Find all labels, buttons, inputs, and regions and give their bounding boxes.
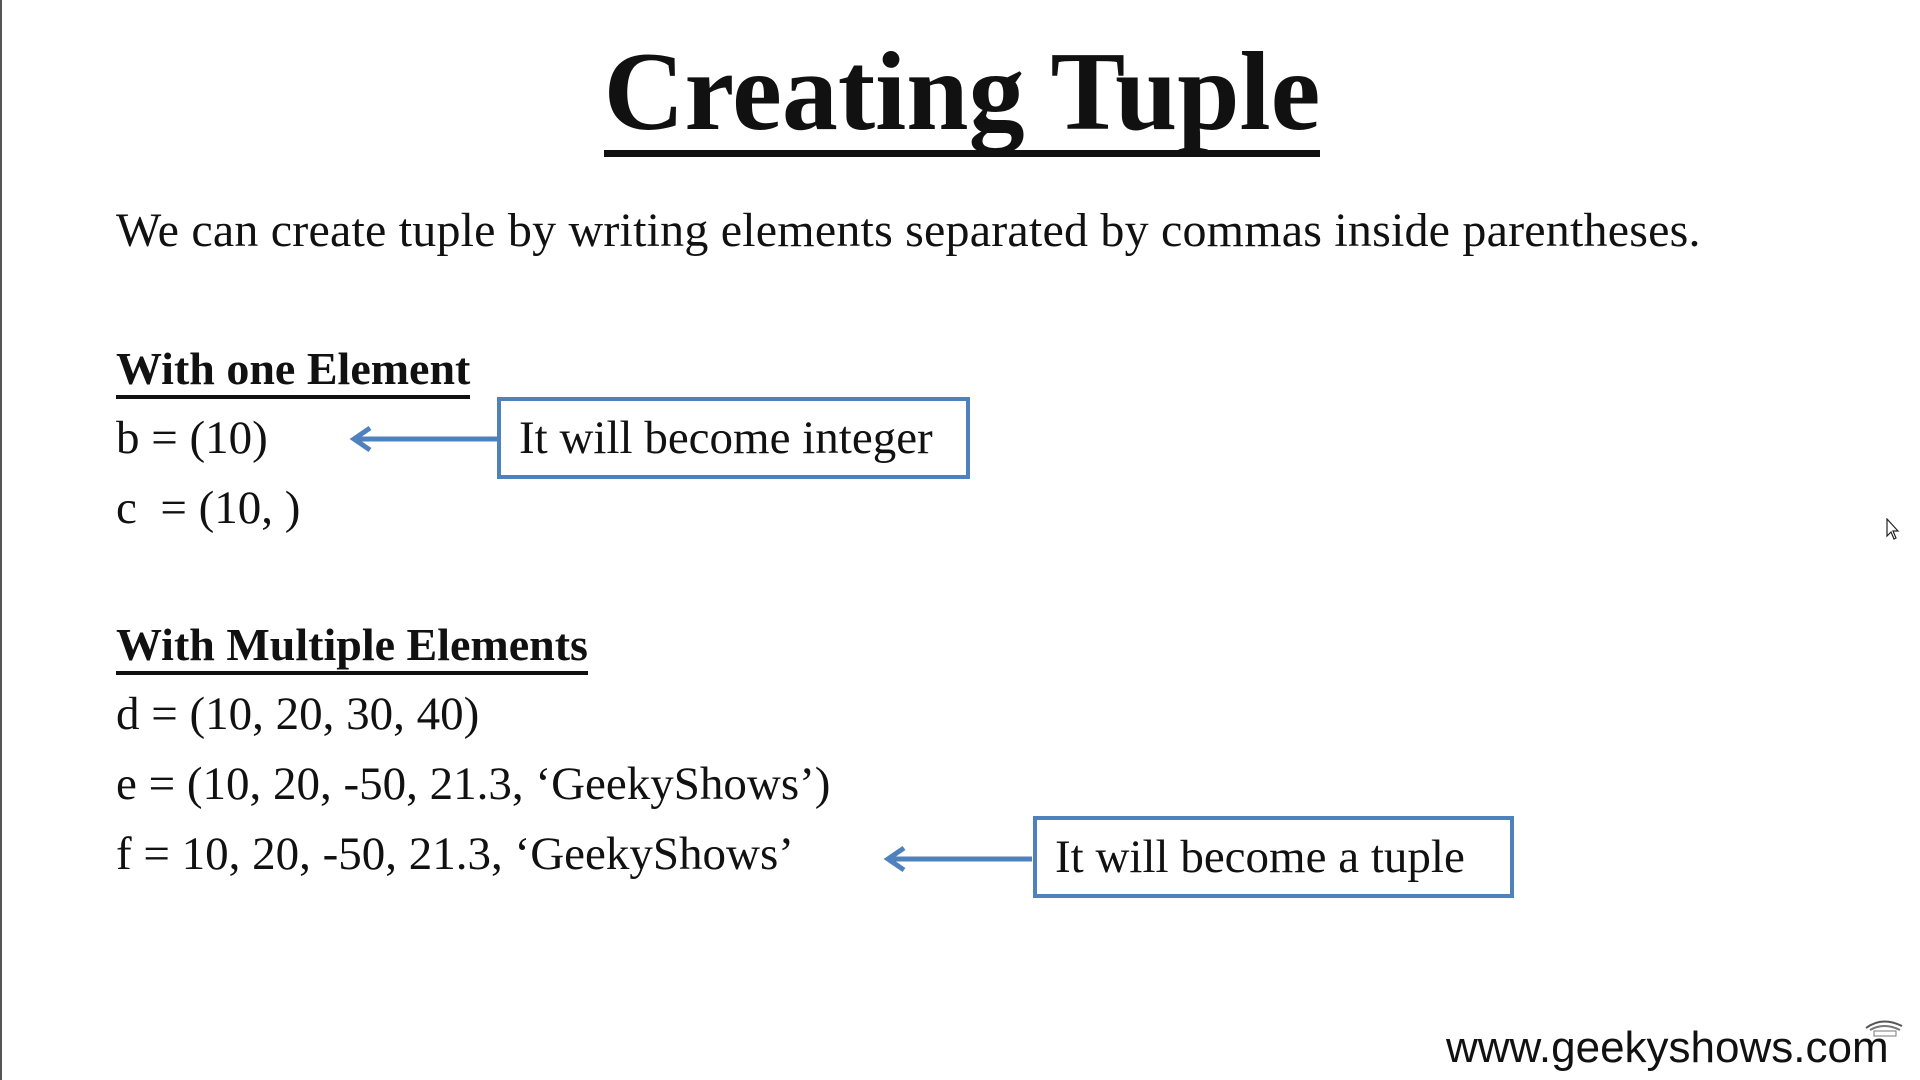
footer-url: www.geekyshows.com	[1446, 1023, 1889, 1072]
code-line-d: d = (10, 20, 30, 40)	[116, 688, 480, 740]
mouse-cursor-icon	[1886, 518, 1900, 540]
callout-tuple: It will become a tuple	[1033, 816, 1514, 898]
intro-text: We can create tuple by writing elements …	[116, 204, 1701, 257]
arrow-left-icon	[349, 425, 498, 453]
heading-multiple-elements: With Multiple Elements	[116, 619, 588, 675]
slide-title-text: Creating Tuple	[603, 36, 1321, 157]
code-line-e: e = (10, 20, -50, 21.3, ‘GeekyShows’)	[116, 758, 831, 810]
arrow-left-icon	[883, 845, 1032, 873]
callout-tuple-text: It will become a tuple	[1055, 830, 1465, 883]
slide-left-border	[0, 0, 2, 1080]
code-line-b: b = (10)	[116, 412, 268, 464]
slide-title: Creating Tuple	[0, 36, 1920, 157]
code-line-f: f = 10, 20, -50, 21.3, ‘GeekyShows’	[116, 828, 794, 880]
callout-integer-text: It will become integer	[519, 411, 933, 464]
heading-one-element: With one Element	[116, 343, 471, 399]
callout-integer: It will become integer	[497, 397, 970, 479]
code-line-c: c = (10, )	[116, 482, 301, 534]
geekyshows-logo-icon	[1865, 1020, 1903, 1037]
